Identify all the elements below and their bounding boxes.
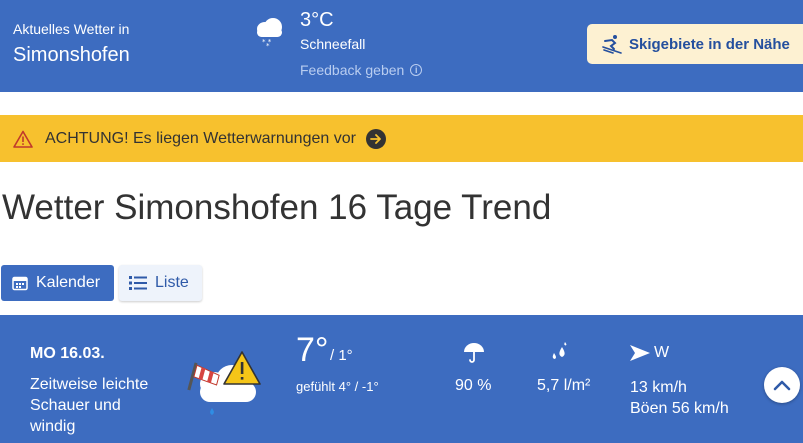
view-calendar-label: Kalender [36,274,101,291]
collapse-button[interactable] [764,367,800,403]
forecast-description: Zeitweise leichte Schauer und windig [30,376,149,435]
skier-icon [602,35,622,54]
raindrops-icon [552,342,567,359]
umbrella-icon [464,343,484,363]
rain-amount: 5,7 l/m² [537,377,591,394]
temperature-min: / 1° [330,347,353,364]
current-weather-bar: Aktuelles Wetter in Simonshofen * * * 3°… [0,0,803,92]
temperature-max: 7° [296,331,329,369]
current-weather-label: Aktuelles Wetter in [13,21,130,37]
weather-warning-banner[interactable]: ACHTUNG! Es liegen Wetterwarnungen vor [0,115,803,162]
wind-direction: W [654,344,670,361]
view-list-label: Liste [155,274,189,291]
rain-probability: 90 % [455,377,492,394]
feedback-link[interactable]: Feedback geben i [300,61,423,79]
view-calendar-button[interactable]: Kalender [1,265,114,301]
current-conditions: 3°C Schneefall Feedback geben i [300,9,423,79]
warning-text: ACHTUNG! Es liegen Wetterwarnungen vor [45,129,356,147]
view-list-button[interactable]: Liste [119,265,202,301]
warning-triangle-icon [13,130,33,148]
day-forecast-card[interactable]: MO 16.03. Zeitweise leichte Schauer und … [0,315,803,443]
arrow-right-icon [365,128,386,149]
city-name[interactable]: Simonshofen [13,42,130,68]
list-icon [129,276,147,290]
chevron-up-icon [773,380,791,391]
page-title: Wetter Simonshofen 16 Tage Trend [2,188,552,227]
current-condition: Schneefall [300,36,366,52]
current-location: Aktuelles Wetter in Simonshofen [13,20,130,68]
snow-cloud-icon: * * * [257,18,282,48]
wind-gusts: Böen 56 km/h [630,400,729,417]
calendar-icon [12,276,28,291]
current-temperature: 3°C [300,9,334,31]
svg-text:*: * [266,42,270,48]
info-icon: i [410,64,423,76]
rain-wind-warning-icon [187,351,261,415]
wind-direction-arrow-icon [630,345,650,361]
felt-temperature: gefühlt 4° / -1° [296,379,379,394]
feedback-label: Feedback geben [300,62,405,78]
wind-info: 13 km/h Böen 56 km/h [630,377,729,419]
wind-speed: 13 km/h [630,379,687,396]
ski-areas-label: Skigebiete in der Nähe [629,35,790,53]
forecast-date: MO 16.03. [30,345,105,362]
ski-areas-button[interactable]: Skigebiete in der Nähe [587,24,803,64]
